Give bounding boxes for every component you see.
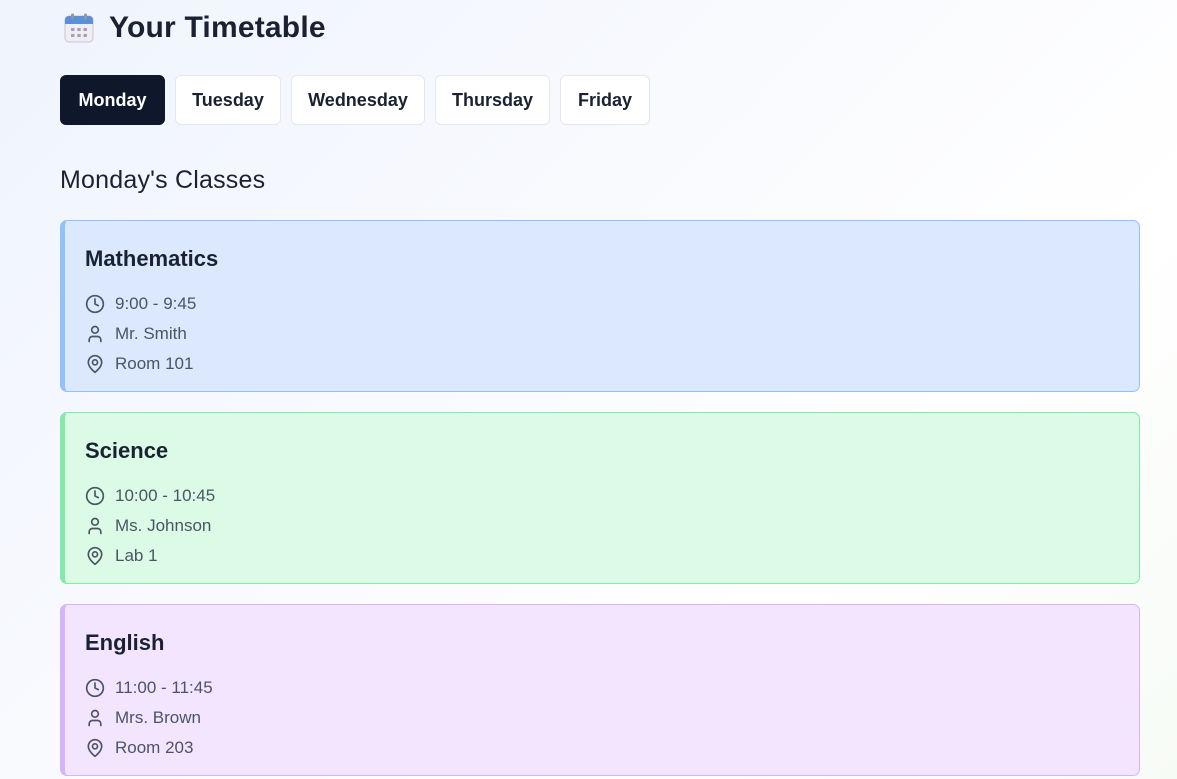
clock-icon: [85, 486, 105, 506]
user-icon: [88, 325, 102, 343]
class-time: 9:00 - 9:45: [115, 294, 197, 313]
class-room: Room 101: [115, 354, 194, 373]
class-title: Science: [85, 438, 169, 463]
class-time-row: 9:00 - 9:45: [85, 289, 1139, 319]
class-card-mathematics: Mathematics 9:00 - 9:45 Mr. Smith Room 1…: [60, 220, 1140, 392]
tab-tuesday[interactable]: Tuesday: [175, 75, 281, 125]
tab-label: Friday: [577, 89, 633, 110]
page-header: Your Timetable: [63, 8, 326, 48]
location-pin-icon: [87, 738, 103, 758]
clock-icon: [85, 294, 105, 314]
class-time: 10:00 - 10:45: [115, 486, 216, 505]
day-tabs: Monday Tuesday Wednesday Thursday Friday: [60, 75, 650, 125]
tab-friday[interactable]: Friday: [560, 75, 650, 125]
class-room-row: Lab 1: [85, 541, 1139, 571]
class-list: Mathematics 9:00 - 9:45 Mr. Smith Room 1…: [60, 220, 1140, 776]
class-time: 11:00 - 11:45: [115, 678, 213, 697]
class-room-row: Room 101: [85, 349, 1139, 379]
tab-thursday[interactable]: Thursday: [435, 75, 550, 125]
class-time-row: 11:00 - 11:45: [85, 673, 1139, 703]
tab-monday[interactable]: Monday: [60, 75, 165, 125]
clock-icon: [85, 678, 105, 698]
class-teacher-row: Mrs. Brown: [85, 703, 1139, 733]
class-card-science: Science 10:00 - 10:45 Ms. Johnson Lab 1: [60, 412, 1140, 584]
calendar-icon: [63, 12, 95, 44]
class-teacher-row: Mr. Smith: [85, 319, 1139, 349]
class-time-row: 10:00 - 10:45: [85, 481, 1139, 511]
class-teacher: Mrs. Brown: [115, 708, 201, 727]
class-teacher-row: Ms. Johnson: [85, 511, 1139, 541]
section-title: Monday's Classes: [60, 166, 266, 194]
tab-label: Monday: [78, 89, 147, 110]
user-icon: [88, 709, 102, 727]
class-card-english: English 11:00 - 11:45 Mrs. Brown Room 20…: [60, 604, 1140, 776]
class-room-row: Room 203: [85, 733, 1139, 763]
page-title: Your Timetable: [109, 11, 326, 44]
tab-label: Tuesday: [192, 89, 264, 110]
class-title: English: [85, 630, 165, 655]
class-teacher: Ms. Johnson: [115, 516, 212, 535]
class-room: Room 203: [115, 738, 194, 757]
location-pin-icon: [87, 546, 103, 566]
location-pin-icon: [87, 354, 103, 374]
class-teacher: Mr. Smith: [115, 324, 187, 343]
tab-label: Wednesday: [308, 89, 408, 110]
tab-label: Thursday: [451, 89, 534, 110]
class-room: Lab 1: [115, 546, 158, 565]
class-title: Mathematics: [85, 246, 219, 271]
user-icon: [88, 517, 102, 535]
tab-wednesday[interactable]: Wednesday: [291, 75, 425, 125]
